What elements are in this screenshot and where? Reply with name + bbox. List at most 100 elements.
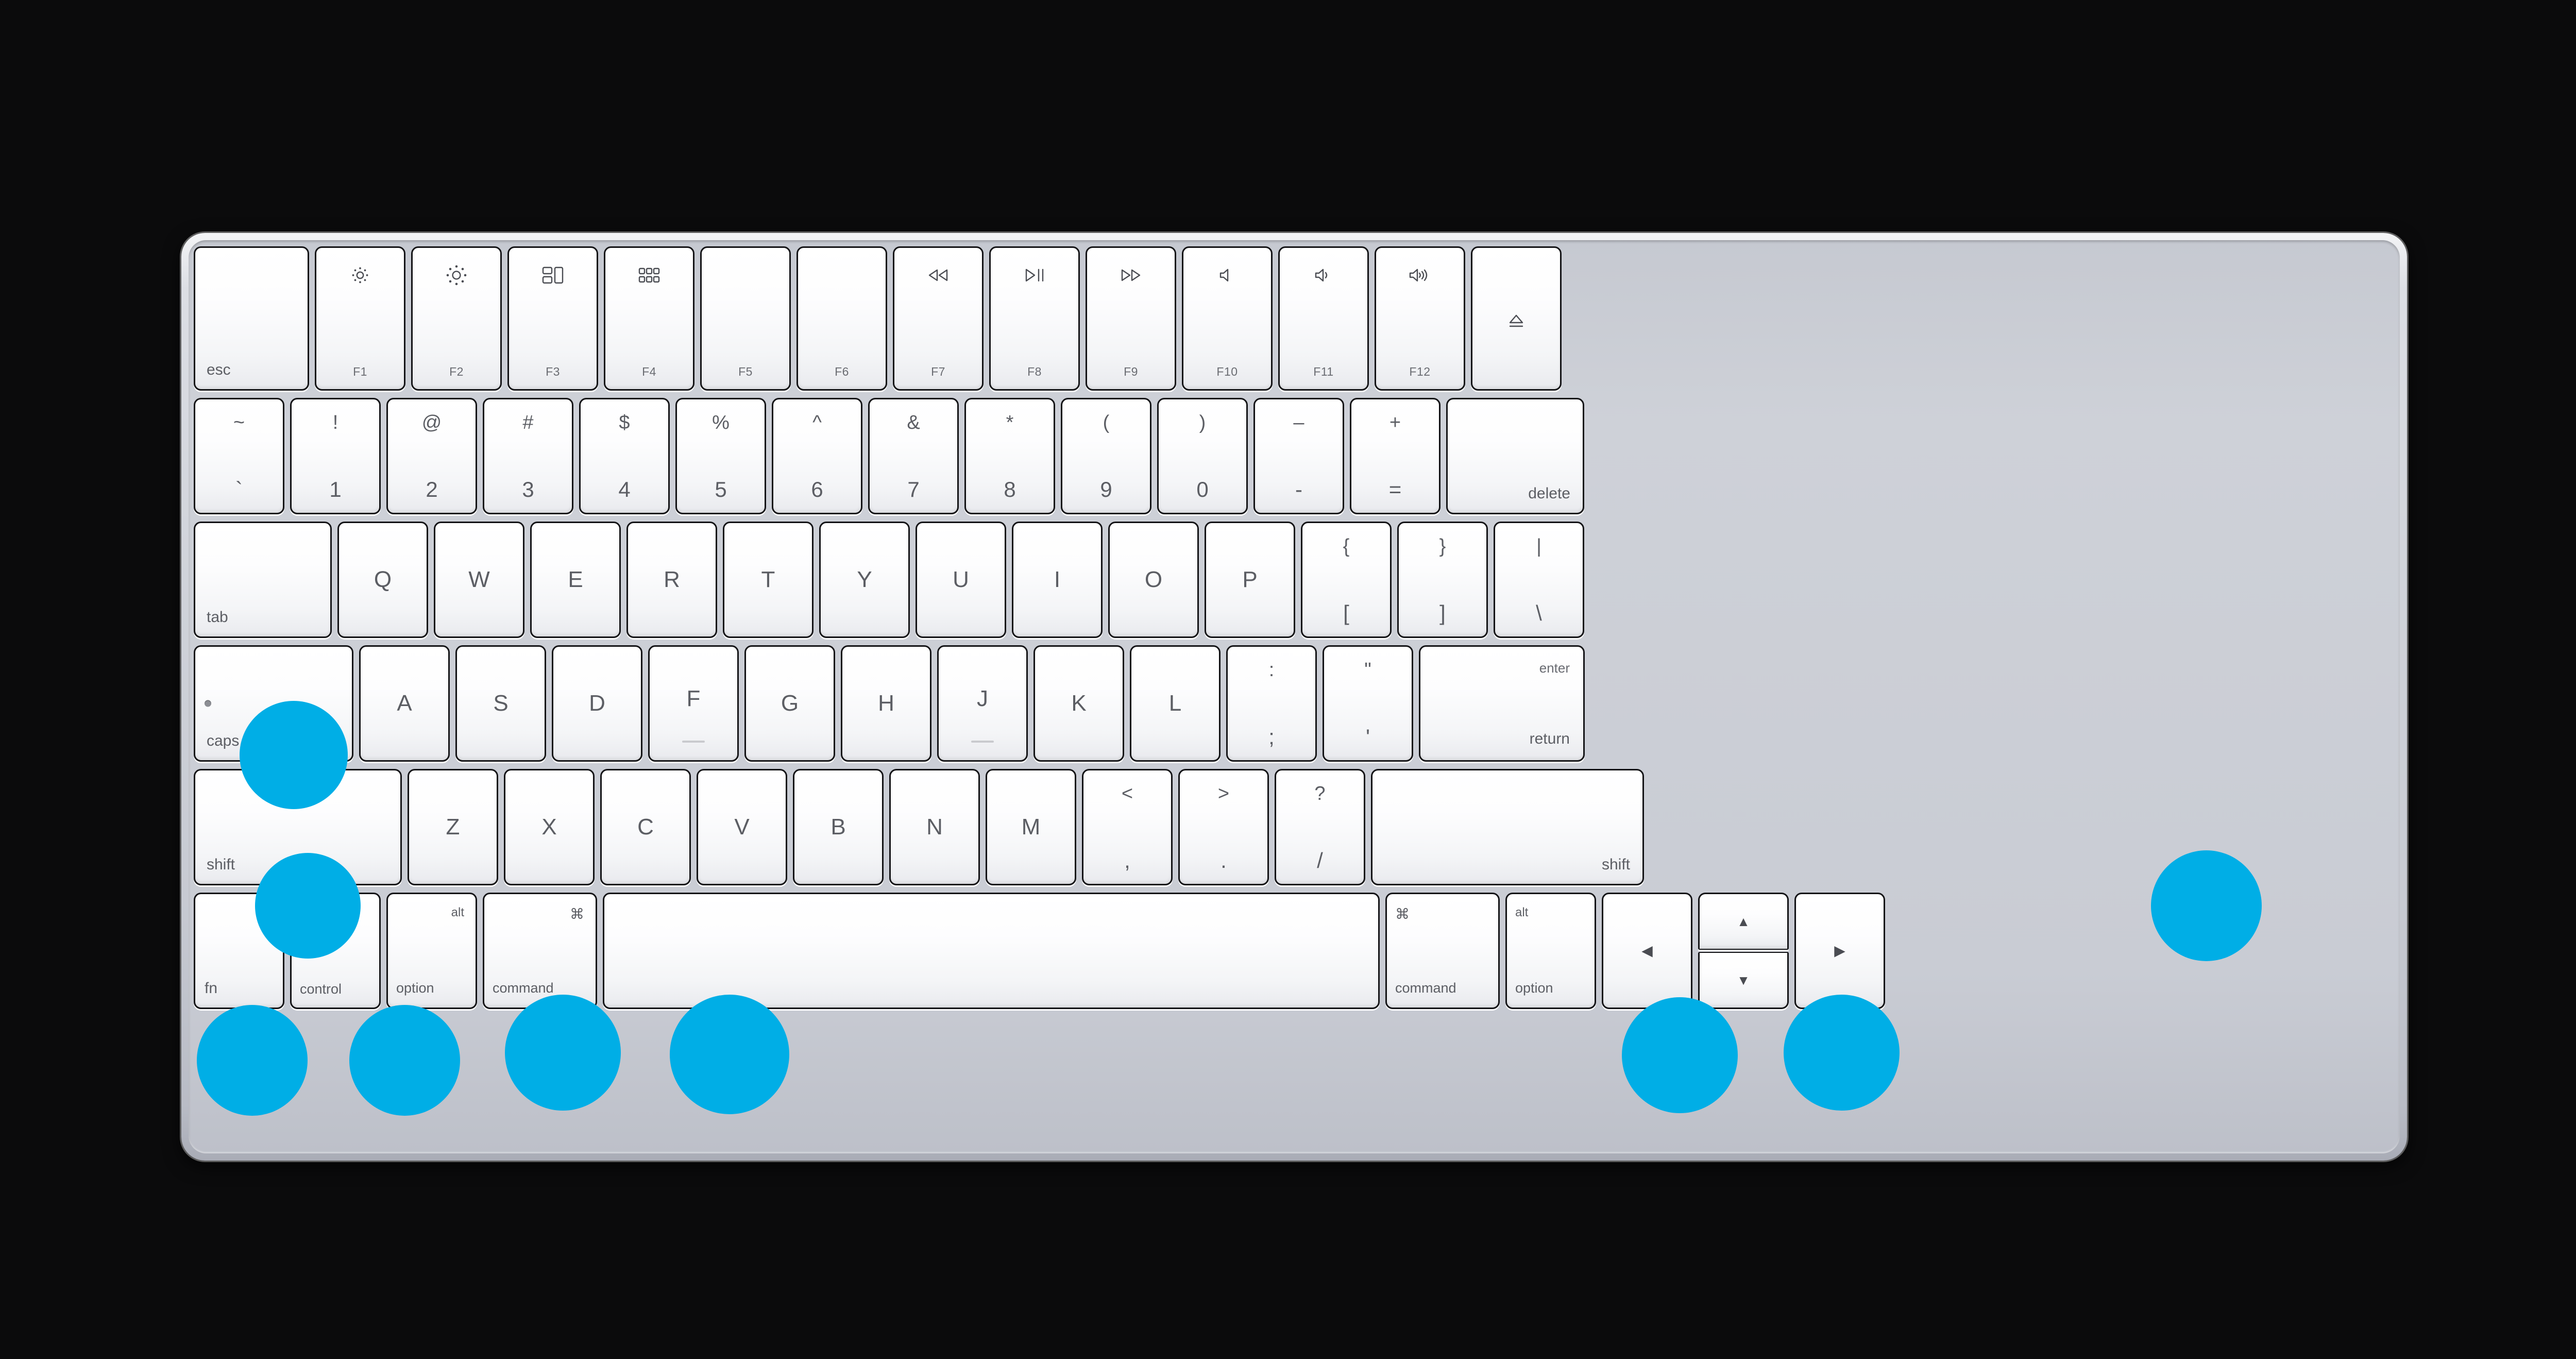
key-option-left[interactable]: alt option: [386, 893, 477, 1009]
key-s[interactable]: S: [455, 645, 546, 762]
key-f12[interactable]: F12: [1375, 246, 1465, 391]
key-minus[interactable]: – -: [1253, 398, 1344, 514]
key-n[interactable]: N: [889, 769, 980, 885]
key-f9-label: F9: [1124, 365, 1138, 378]
command-glyph-icon: ⌘: [1395, 906, 1410, 922]
key-t[interactable]: T: [723, 522, 814, 638]
key-equal-label: =: [1388, 477, 1402, 501]
key-x[interactable]: X: [504, 769, 595, 885]
key-caps-lock[interactable]: caps lock: [194, 645, 353, 762]
key-arrow-up[interactable]: ▲: [1698, 893, 1789, 950]
key-tab[interactable]: tab: [194, 522, 332, 638]
key-q[interactable]: Q: [337, 522, 428, 638]
key-f11[interactable]: F11: [1278, 246, 1369, 391]
key-f[interactable]: F: [648, 645, 739, 762]
key-comma-shift-label: <: [1121, 783, 1133, 804]
key-comma-label: ,: [1124, 848, 1130, 873]
key-f5[interactable]: F5: [700, 246, 791, 391]
key-arrow-left[interactable]: ◀: [1602, 893, 1692, 1009]
command-glyph-icon: ⌘: [570, 906, 584, 922]
key-j[interactable]: J: [937, 645, 1028, 762]
key-m-label: M: [1021, 814, 1041, 840]
key-5-shift-label: %: [712, 412, 730, 433]
key-3-shift-label: #: [522, 412, 534, 433]
key-a[interactable]: A: [359, 645, 450, 762]
key-fn[interactable]: fn: [194, 893, 284, 1009]
key-backtick-label: `: [235, 477, 243, 501]
key-y[interactable]: Y: [819, 522, 910, 638]
key-f9[interactable]: F9: [1086, 246, 1176, 391]
key-f2-label: F2: [449, 365, 464, 378]
key-quote-shift-label: ": [1364, 659, 1371, 681]
key-f8[interactable]: F8: [989, 246, 1080, 391]
key-i[interactable]: I: [1012, 522, 1103, 638]
key-eject[interactable]: [1471, 246, 1562, 391]
key-z[interactable]: Z: [408, 769, 498, 885]
key-r-label: R: [664, 567, 680, 592]
key-f2[interactable]: F2: [411, 246, 502, 391]
key-5[interactable]: % 5: [675, 398, 766, 514]
key-delete[interactable]: delete: [1446, 398, 1584, 514]
key-comma[interactable]: <,: [1082, 769, 1173, 885]
key-v[interactable]: V: [697, 769, 787, 885]
key-backtick[interactable]: ~ `: [194, 398, 284, 514]
key-1[interactable]: ! 1: [290, 398, 381, 514]
key-period[interactable]: >.: [1178, 769, 1269, 885]
key-f4[interactable]: F4: [604, 246, 694, 391]
key-equal[interactable]: + =: [1350, 398, 1440, 514]
key-f1[interactable]: F1: [315, 246, 405, 391]
key-esc[interactable]: esc: [194, 246, 309, 391]
key-m[interactable]: M: [986, 769, 1076, 885]
key-4[interactable]: $4: [579, 398, 670, 514]
key-o[interactable]: O: [1108, 522, 1199, 638]
key-shift-left[interactable]: shift: [194, 769, 402, 885]
key-c[interactable]: C: [600, 769, 691, 885]
key-command-left[interactable]: ⌘ command: [483, 893, 597, 1009]
play-pause-icon: [1023, 263, 1046, 287]
key-p[interactable]: P: [1205, 522, 1295, 638]
key-0[interactable]: ) 0: [1157, 398, 1248, 514]
key-bracket-left[interactable]: {[: [1301, 522, 1392, 638]
key-command-left-label: command: [493, 980, 554, 996]
key-f7[interactable]: F7: [893, 246, 984, 391]
key-h[interactable]: H: [841, 645, 931, 762]
key-7-label: 7: [907, 477, 920, 501]
key-6[interactable]: ^ 6: [772, 398, 862, 514]
key-b[interactable]: B: [793, 769, 884, 885]
key-8[interactable]: * 8: [964, 398, 1055, 514]
key-f6[interactable]: F6: [796, 246, 887, 391]
key-bracket-right[interactable]: }]: [1397, 522, 1488, 638]
key-shift-right[interactable]: shift: [1371, 769, 1644, 885]
key-e-label: E: [568, 567, 583, 592]
key-control[interactable]: control: [290, 893, 381, 1009]
key-fn-label: fn: [205, 980, 218, 997]
key-f10[interactable]: F10: [1182, 246, 1273, 391]
key-command-right[interactable]: ⌘ command: [1385, 893, 1500, 1009]
mute-icon: [1218, 263, 1236, 287]
key-7[interactable]: & 7: [868, 398, 959, 514]
key-space[interactable]: [603, 893, 1380, 1009]
key-arrow-down[interactable]: ▼: [1698, 952, 1789, 1009]
key-backslash-shift-label: |: [1536, 535, 1541, 557]
key-quote[interactable]: " ': [1323, 645, 1413, 762]
key-f3[interactable]: F3: [507, 246, 598, 391]
key-l[interactable]: L: [1130, 645, 1221, 762]
key-d-label: D: [589, 691, 605, 716]
key-slash[interactable]: ? /: [1275, 769, 1365, 885]
key-2[interactable]: @2: [386, 398, 477, 514]
key-e[interactable]: E: [530, 522, 621, 638]
key-9[interactable]: (9: [1061, 398, 1151, 514]
key-3[interactable]: #3: [483, 398, 573, 514]
key-arrow-right[interactable]: ▶: [1794, 893, 1885, 1009]
key-d[interactable]: D: [552, 645, 642, 762]
key-r[interactable]: R: [626, 522, 717, 638]
key-semicolon[interactable]: :;: [1226, 645, 1317, 762]
number-key-row: ~ ` ! 1 @2 #3 $4 % 5 ^ 6 & 7 * 8 (9 ) 0 – - + = d…: [194, 398, 2395, 514]
key-backslash[interactable]: | \: [1494, 522, 1584, 638]
key-w[interactable]: W: [434, 522, 524, 638]
key-option-right[interactable]: alt option: [1505, 893, 1596, 1009]
key-u[interactable]: U: [916, 522, 1006, 638]
key-k[interactable]: K: [1033, 645, 1124, 762]
key-g[interactable]: G: [744, 645, 835, 762]
key-return[interactable]: enter return: [1419, 645, 1585, 762]
